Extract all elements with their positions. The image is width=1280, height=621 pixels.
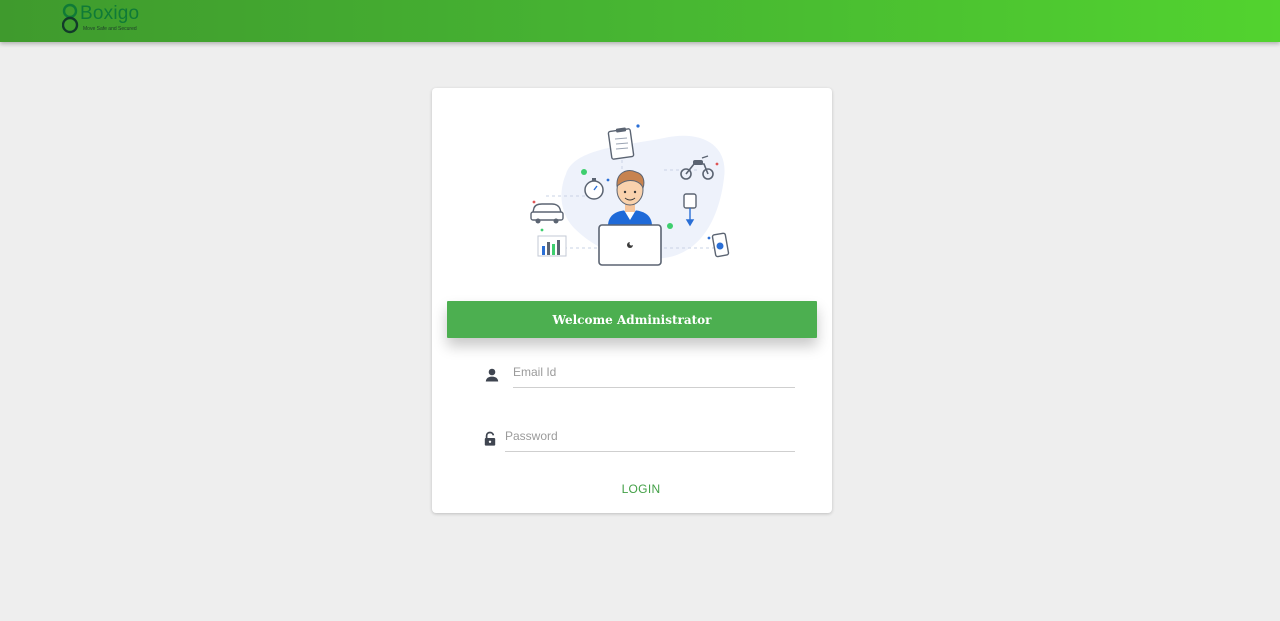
login-button[interactable]: LOGIN xyxy=(608,479,674,499)
logo-mark-icon xyxy=(62,3,79,34)
bar-chart-icon xyxy=(537,235,567,257)
welcome-banner: Welcome Administrator xyxy=(447,301,817,338)
car-icon xyxy=(530,203,564,224)
logo-text: Boxigo xyxy=(80,3,140,24)
password-field xyxy=(482,426,796,456)
top-header-bar: Boxigo Move Safe and Secured xyxy=(0,0,1280,42)
boxigo-logo[interactable]: Boxigo Move Safe and Secured xyxy=(62,2,152,38)
password-input[interactable] xyxy=(505,426,795,452)
email-input[interactable] xyxy=(513,362,795,388)
login-card: Welcome Administrator LOGIN xyxy=(432,88,832,513)
user-icon xyxy=(485,368,499,382)
lock-icon xyxy=(484,431,496,446)
clipboard-icon xyxy=(607,127,635,160)
administrator-illustration xyxy=(504,108,760,298)
laptop-icon xyxy=(598,224,662,266)
logo-tagline: Move Safe and Secured xyxy=(83,26,137,32)
phone-check-icon xyxy=(711,232,730,258)
email-field xyxy=(482,362,796,392)
